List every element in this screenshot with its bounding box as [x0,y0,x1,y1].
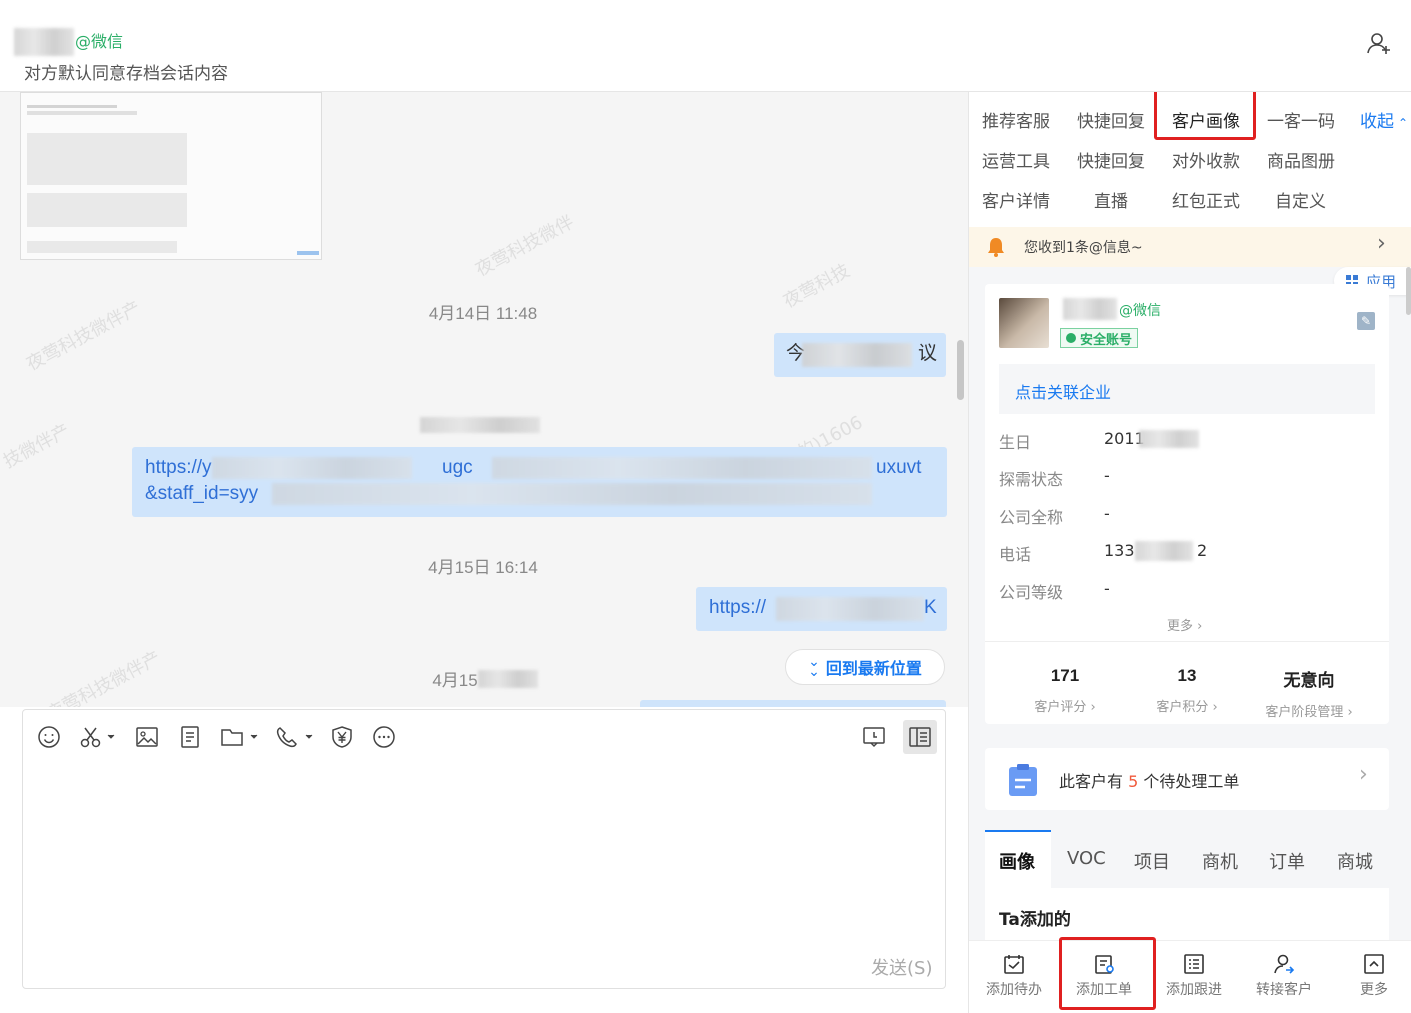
tab-product-album[interactable]: 商品图册 [1267,147,1335,172]
collapse-label: 收起 [1360,112,1394,132]
workorder-card[interactable]: 此客户有 5 个待处理工单 › [985,748,1389,810]
bell-icon [985,236,1007,258]
chat-scrollbar[interactable] [957,340,964,400]
tab-customer-details[interactable]: 客户详情 [982,187,1050,212]
field-value: - [1104,504,1110,523]
message-composer[interactable]: 发送(S) [22,709,946,989]
clipboard-icon [1005,762,1041,798]
field-value: 133 [1104,541,1135,560]
field-value-tail: 2 [1197,541,1208,560]
field-label: 生日 [999,433,1032,452]
field-label: 探需状态 [999,470,1064,489]
mention-notice[interactable]: 您收到1条@信息~ › [969,227,1411,267]
more-options-icon[interactable] [372,724,396,750]
safe-account-badge: 安全账号 [1060,328,1139,348]
screenshot-scissors-icon[interactable] [79,724,115,750]
message-text-end: 议 [918,343,938,364]
tab-live[interactable]: 直播 [1094,187,1128,212]
notice-text: 您收到1条@信息~ [1024,240,1143,256]
sidebar-toggle-icon[interactable] [903,720,937,754]
redacted-timestamp [420,417,540,433]
field-value: - [1104,579,1110,598]
link2-end[interactable]: K [924,595,937,621]
field-label: 公司全称 [999,508,1064,527]
transfer-customer-button[interactable]: 转接客户 [1239,941,1329,1011]
profile-card: @微信 安全账号 ✎ 点击关联企业 生日 2011 探需状态 - 公司全称 - … [985,284,1389,724]
shield-check-icon [1066,333,1076,343]
stat-score[interactable]: 171 客户评分 › [1005,666,1125,715]
consent-note: 对方默认同意存档会话内容 [24,64,228,84]
tab-orders[interactable]: 订单 [1269,848,1305,874]
workorder-prefix: 此客户有 [1059,772,1124,791]
link2-start[interactable]: https:// [709,595,766,621]
message-bubble[interactable]: 今 议 [774,333,946,377]
workorder-suffix: 个待处理工单 [1143,772,1240,791]
link-company-box[interactable]: 点击关联企业 [999,364,1375,414]
link-line1-end[interactable]: uxuvt [876,455,921,481]
image-icon[interactable] [135,724,159,750]
customer-suffix: @微信 [1119,303,1161,319]
back-to-latest-button[interactable]: ⌄ ⌄ 回到最新位置 [785,649,945,685]
tab-custom[interactable]: 自定义 [1275,187,1326,212]
tab-portrait[interactable]: 画像 [999,848,1035,874]
tab-red-packet[interactable]: 红包正式 [1172,187,1240,212]
tab-quick-reply-2[interactable]: 快捷回复 [1077,147,1145,172]
tab-recommend-service[interactable]: 推荐客服 [982,107,1050,132]
back-to-latest-label: 回到最新位置 [825,659,922,678]
ta-added-heading: Ta添加的 [999,910,1071,930]
right-panel: 推荐客服 快捷回复 客户画像 一客一码 收起 ⌃ 运营工具 快捷回复 对外收款 商… [968,92,1411,1013]
more-link[interactable]: 更多 › [1167,615,1202,634]
send-button[interactable]: 发送(S) [871,954,932,980]
link-company-label[interactable]: 点击关联企业 [1015,379,1111,403]
link-line1-mid[interactable]: ugc [442,455,473,481]
field-label: 公司等级 [999,583,1064,602]
tab-operation-tools[interactable]: 运营工具 [982,147,1050,172]
emoji-icon[interactable] [37,724,61,750]
customer-name-redacted [1063,298,1117,320]
chevron-right-icon: › [1377,231,1386,256]
add-followup-button[interactable]: 添加跟进 [1149,941,1239,1011]
add-todo-button[interactable]: 添加待办 [969,941,1059,1011]
chat-header: @微信 对方默认同意存档会话内容 [0,0,1411,92]
highlight-add-workorder [1059,937,1156,1010]
tab-project[interactable]: 项目 [1134,848,1170,874]
field-label: 电话 [999,545,1032,564]
link-message[interactable]: https:// K [696,587,947,631]
timestamp: 4月14日 11:48 [428,304,538,323]
phone-icon[interactable] [275,724,315,750]
tab-external-payment[interactable]: 对外收款 [1172,147,1240,172]
field-value: - [1104,466,1110,485]
action-bar: 添加待办 添加工单 添加跟进 转接客户 更多 [969,940,1411,1013]
chevron-right-icon: › [1359,762,1368,787]
chat-record-icon[interactable] [862,724,886,750]
highlight-customer-portrait [1154,92,1256,140]
workorder-count: 5 [1128,772,1139,791]
chat-messages[interactable]: 夜莺科技微伴产 夜莺科技微伴 夜莺科技 技微伴产 微伴的)1606 夜莺科技微伴… [0,92,968,707]
tab-voc[interactable]: VOC [1067,848,1106,869]
link-line2-start[interactable]: &staff_id=syy [145,481,258,507]
contact-name-redacted [14,28,74,56]
more-actions-button[interactable]: 更多 [1329,941,1411,1011]
double-chevron-down-icon: ⌄ ⌄ [808,654,820,680]
contact-suffix: @微信 [75,32,124,51]
stat-stage[interactable]: 无意向 客户阶段管理 › [1249,666,1369,720]
stat-points[interactable]: 13 客户积分 › [1127,666,1247,715]
timestamp: 4月15日 16:14 [428,558,538,577]
link-message[interactable]: https://y ugc uxuvt &staff_id=syy [132,447,947,517]
tab-mall[interactable]: 商城 [1337,848,1373,874]
edit-icon[interactable]: ✎ [1357,312,1375,330]
avatar[interactable] [999,298,1049,348]
tab-opportunity[interactable]: 商机 [1202,848,1238,874]
image-message[interactable] [20,92,322,260]
folder-icon[interactable] [220,724,260,750]
add-member-icon[interactable] [1366,30,1392,56]
tab-quick-reply[interactable]: 快捷回复 [1077,107,1145,132]
document-icon[interactable] [178,724,202,750]
chevron-up-icon: ⌃ [1398,116,1409,130]
tab-one-code[interactable]: 一客一码 [1267,107,1335,132]
panel-scrollbar[interactable] [1406,267,1411,315]
link-line1-start[interactable]: https://y [145,455,212,481]
payment-shield-icon[interactable] [330,724,354,750]
collapse-button[interactable]: 收起 ⌃ [1360,107,1408,132]
